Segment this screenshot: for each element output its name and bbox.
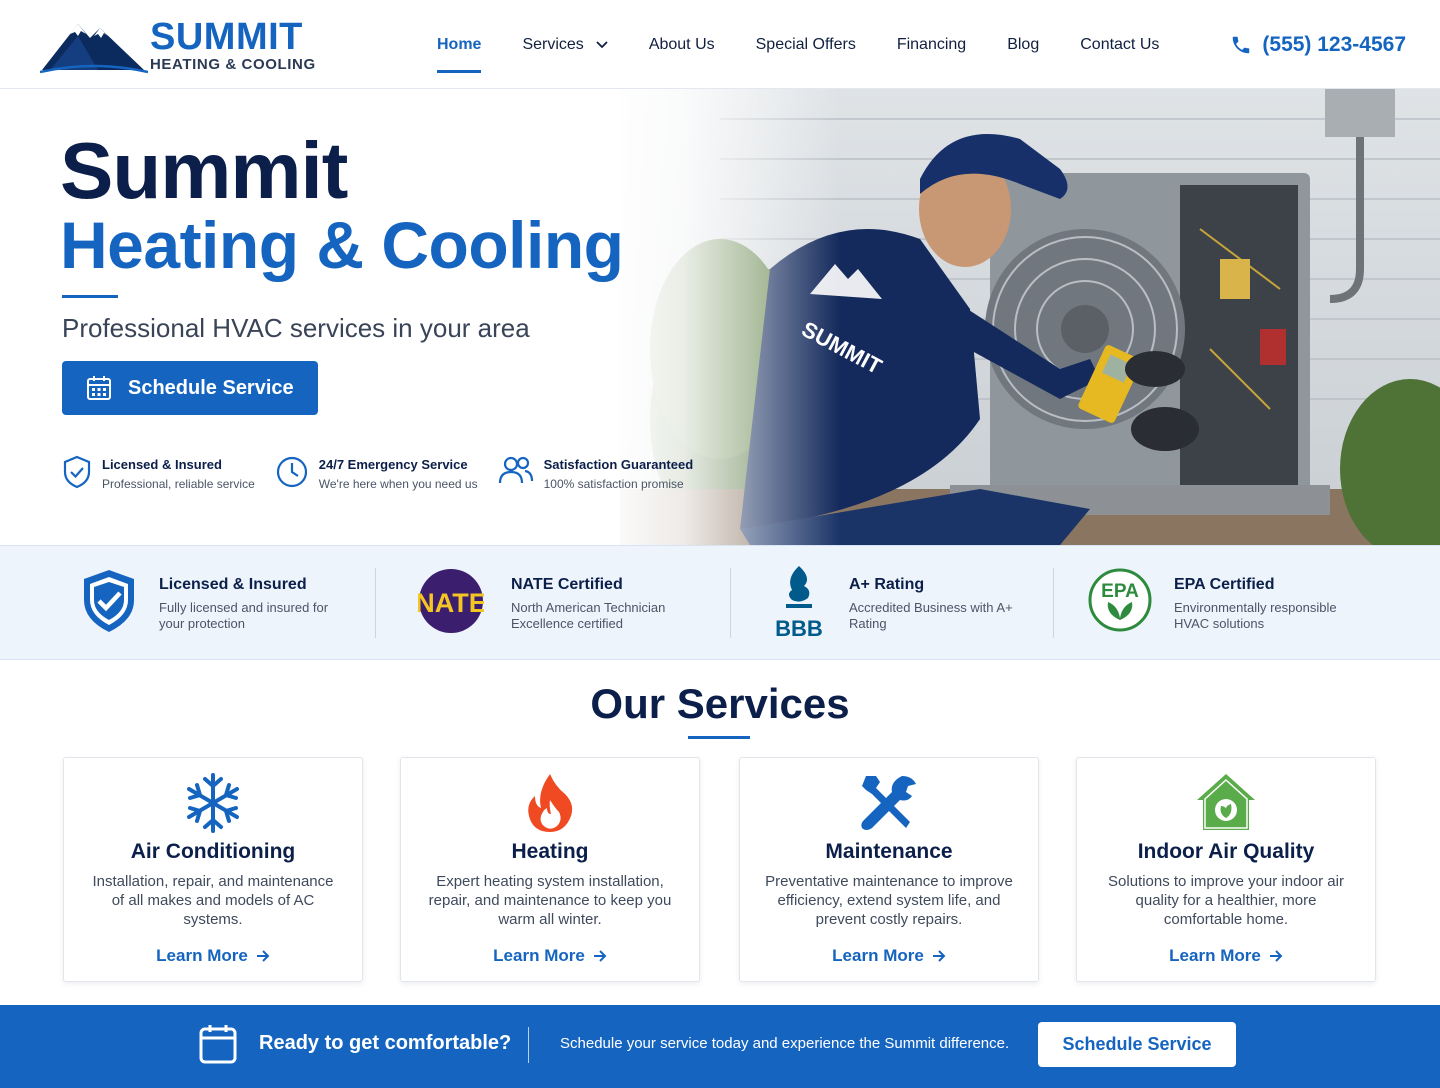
clock-icon bbox=[276, 456, 307, 488]
trust-epa: EPA EPA Certified Environmentally respon… bbox=[1088, 568, 1354, 632]
hero-section: SUMMIT Summit Heating & Cooling Professi… bbox=[0, 89, 1440, 545]
service-card-maintenance[interactable]: Maintenance Preventative maintenance to … bbox=[739, 757, 1039, 982]
trust-desc: Fully licensed and insured for your prot… bbox=[159, 600, 329, 631]
hero-feature-desc: Professional, reliable service bbox=[102, 477, 255, 491]
nav-financing[interactable]: Financing bbox=[897, 0, 966, 89]
arrow-right-icon bbox=[593, 950, 607, 962]
hero-feature-desc: 100% satisfaction promise bbox=[543, 477, 684, 491]
site-header: SUMMIT HEATING & COOLING Home Services A… bbox=[0, 0, 1440, 89]
trust-title: A+ Rating bbox=[849, 576, 925, 593]
service-desc: Expert heating system installation, repa… bbox=[428, 873, 672, 928]
main-nav: Home Services About Us Special Offers Fi… bbox=[437, 0, 1200, 89]
learn-more-label: Learn More bbox=[1169, 946, 1261, 965]
snowflake-icon bbox=[187, 773, 239, 833]
service-title: Air Conditioning bbox=[130, 840, 296, 863]
nav-special-offers[interactable]: Special Offers bbox=[756, 0, 856, 89]
hero-title: Summit bbox=[60, 126, 348, 215]
cta-heading: Ready to get comfortable? bbox=[259, 1032, 512, 1054]
service-desc: Installation, repair, and maintenance of… bbox=[92, 873, 334, 928]
cta-bar: Ready to get comfortable? Schedule your … bbox=[0, 1005, 1440, 1088]
nav-services[interactable]: Services bbox=[522, 0, 608, 89]
hero-subtitle: Professional HVAC services in your area bbox=[62, 313, 530, 343]
phone-link[interactable]: (555) 123-4567 bbox=[1230, 33, 1406, 57]
arrow-right-icon bbox=[932, 950, 946, 962]
hero-feature-licensed: Licensed & Insured Professional, reliabl… bbox=[62, 455, 255, 491]
svg-text:EPA: EPA bbox=[1101, 581, 1139, 602]
service-card-air-quality[interactable]: Indoor Air Quality Solutions to improve … bbox=[1076, 757, 1376, 982]
arrow-right-icon bbox=[256, 950, 270, 962]
schedule-service-button[interactable]: Schedule Service bbox=[62, 361, 318, 415]
house-leaf-icon bbox=[1197, 774, 1255, 830]
hero-features: Licensed & Insured Professional, reliabl… bbox=[62, 455, 713, 491]
tools-icon bbox=[861, 776, 916, 830]
trust-desc: Accredited Business with A+ Rating bbox=[849, 600, 1013, 631]
hero-feature-title: Satisfaction Guaranteed bbox=[543, 457, 694, 472]
nav-contact[interactable]: Contact Us bbox=[1080, 0, 1159, 89]
service-title: Indoor Air Quality bbox=[1137, 840, 1315, 863]
trust-bar: Licensed & Insured Fully licensed and in… bbox=[0, 545, 1440, 660]
hero-feature-title: 24/7 Emergency Service bbox=[318, 457, 468, 472]
hero-feature-desc: We're here when you need us bbox=[318, 477, 478, 491]
learn-more-label: Learn More bbox=[493, 946, 585, 965]
nav-home[interactable]: Home bbox=[437, 0, 482, 89]
trust-title: NATE Certified bbox=[511, 576, 623, 593]
chevron-down-icon bbox=[596, 40, 608, 48]
shield-badge-icon bbox=[84, 570, 134, 632]
trust-bbb: BBB A+ Rating Accredited Business with A… bbox=[772, 566, 1029, 640]
trust-nate: NATE NATE Certified North American Techn… bbox=[418, 568, 691, 634]
services-divider bbox=[688, 736, 750, 739]
svg-text:NATE: NATE bbox=[418, 588, 484, 618]
cta-text: Schedule your service today and experien… bbox=[560, 1035, 1010, 1052]
svg-text:BBB: BBB bbox=[775, 616, 823, 640]
hero-feature-emergency: 24/7 Emergency Service We're here when y… bbox=[275, 455, 478, 491]
brand-tagline: HEATING & COOLING bbox=[150, 56, 316, 73]
nav-blog[interactable]: Blog bbox=[1007, 0, 1039, 89]
trust-title: EPA Certified bbox=[1174, 576, 1275, 593]
cta-divider bbox=[528, 1027, 529, 1063]
learn-more-label: Learn More bbox=[832, 946, 924, 965]
calendar-icon bbox=[87, 376, 111, 400]
hero-feature-satisfaction: Satisfaction Guaranteed 100% satisfactio… bbox=[498, 455, 694, 491]
trust-desc: Environmentally responsible HVAC solutio… bbox=[1174, 600, 1337, 631]
mountain-logo-icon bbox=[40, 24, 148, 74]
phone-number: (555) 123-4567 bbox=[1262, 33, 1406, 56]
learn-more-link[interactable]: Learn More bbox=[1077, 946, 1375, 966]
service-title: Heating bbox=[511, 840, 589, 863]
service-card-ac[interactable]: Air Conditioning Installation, repair, a… bbox=[63, 757, 363, 982]
learn-more-label: Learn More bbox=[156, 946, 248, 965]
service-title: Maintenance bbox=[825, 840, 953, 863]
flame-icon bbox=[528, 774, 573, 832]
trust-title: Licensed & Insured bbox=[159, 576, 307, 593]
learn-more-link[interactable]: Learn More bbox=[401, 946, 699, 966]
nate-logo: NATE bbox=[418, 569, 484, 633]
phone-icon bbox=[1233, 36, 1250, 54]
arrow-right-icon bbox=[1269, 950, 1283, 962]
services-heading: Our Services bbox=[590, 680, 850, 727]
service-desc: Solutions to improve your indoor air qua… bbox=[1108, 873, 1344, 928]
nav-services-label: Services bbox=[522, 35, 584, 53]
schedule-service-label: Schedule Service bbox=[128, 376, 294, 399]
cta-schedule-button[interactable]: Schedule Service bbox=[1038, 1022, 1236, 1067]
logo[interactable]: SUMMIT HEATING & COOLING bbox=[40, 16, 316, 74]
hero-feature-title: Licensed & Insured bbox=[102, 457, 222, 472]
service-desc: Preventative maintenance to improve effi… bbox=[765, 873, 1013, 928]
bbb-logo: BBB bbox=[775, 566, 823, 640]
learn-more-link[interactable]: Learn More bbox=[64, 946, 362, 966]
shield-check-icon bbox=[63, 455, 91, 489]
learn-more-link[interactable]: Learn More bbox=[740, 946, 1038, 966]
calendar-icon bbox=[199, 1025, 237, 1064]
users-icon bbox=[498, 456, 533, 484]
hero-divider bbox=[62, 295, 118, 298]
trust-desc: North American Technician Excellence cer… bbox=[511, 600, 666, 631]
trust-licensed: Licensed & Insured Fully licensed and in… bbox=[80, 568, 339, 634]
service-card-heating[interactable]: Heating Expert heating system installati… bbox=[400, 757, 700, 982]
epa-logo: EPA bbox=[1088, 568, 1152, 632]
brand-name: SUMMIT bbox=[150, 16, 303, 58]
hero-title-accent: Heating & Cooling bbox=[60, 208, 624, 282]
nav-about[interactable]: About Us bbox=[649, 0, 715, 89]
